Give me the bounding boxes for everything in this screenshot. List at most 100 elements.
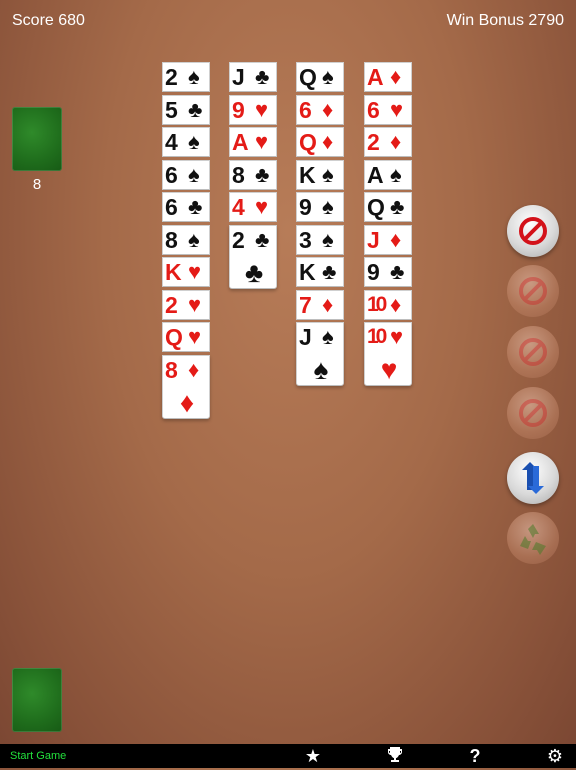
card-suit-icon: ♠ <box>188 64 200 89</box>
card-rank: Q <box>367 194 385 220</box>
card-center-suit-icon: ♣ <box>244 256 264 288</box>
card-rank: A <box>367 64 384 90</box>
card-suit-icon: ♣ <box>255 226 270 252</box>
card-suit-icon: ♥ <box>188 291 202 317</box>
prohibited-icon <box>518 216 548 246</box>
card[interactable]: 8 ♣ <box>229 159 277 190</box>
card[interactable]: 10 ♥ ♥ <box>364 322 412 386</box>
card[interactable]: 6 ♦ <box>296 94 344 125</box>
no-move-button-2[interactable] <box>507 265 559 317</box>
card[interactable]: 6 ♣ <box>162 192 210 222</box>
card-rank: J <box>367 226 380 253</box>
card-rank: 8 <box>232 161 245 188</box>
start-game-button[interactable]: Start Game <box>10 750 66 762</box>
card[interactable]: 6 ♠ <box>162 159 210 190</box>
card-rank: J <box>299 324 312 350</box>
card-rank: 2 <box>165 64 178 90</box>
card-suit-icon: ♣ <box>188 194 203 219</box>
card-rank: Q <box>299 129 317 155</box>
recycle-button[interactable] <box>507 512 559 564</box>
card-suit-icon: ♣ <box>255 64 270 89</box>
card-suit-icon: ♣ <box>255 161 270 187</box>
card-suit-icon: ♣ <box>390 194 405 219</box>
card-rank: 2 <box>232 226 245 253</box>
card-rank: 5 <box>165 96 178 123</box>
card[interactable]: 8 ♦ ♦ <box>162 354 210 419</box>
card-rank: A <box>232 129 249 155</box>
card[interactable]: A ♦ <box>364 62 412 92</box>
card[interactable]: Q ♣ <box>364 192 412 222</box>
undo-button[interactable] <box>507 452 559 504</box>
card-rank: 6 <box>367 96 380 123</box>
card[interactable]: J ♠ ♠ <box>296 322 344 386</box>
card-suit-icon: ♣ <box>322 259 337 284</box>
card-suit-icon: ♥ <box>255 96 269 122</box>
card[interactable]: A ♥ <box>229 127 277 157</box>
card[interactable]: 4 ♠ <box>162 127 210 157</box>
card[interactable]: 9 ♠ <box>296 192 344 222</box>
card-suit-icon: ♦ <box>390 226 402 252</box>
card-rank: 9 <box>299 194 312 220</box>
card[interactable]: 7 ♦ <box>296 289 344 320</box>
card-rank: 10 <box>367 325 387 348</box>
card[interactable]: 4 ♥ <box>229 192 277 222</box>
card-suit-icon: ♠ <box>188 161 200 187</box>
no-move-button-1[interactable] <box>507 205 559 257</box>
card[interactable]: 10 ♦ <box>364 289 412 320</box>
card-rank: 10 <box>367 292 387 316</box>
card-center-suit-icon: ♠ <box>313 354 329 385</box>
score-label: Score 680 <box>12 12 85 29</box>
card[interactable]: 3 ♠ <box>296 224 344 255</box>
card[interactable]: J ♣ <box>229 62 277 92</box>
trophy-icon[interactable] <box>383 746 407 770</box>
foundation-pile[interactable] <box>12 668 62 732</box>
card[interactable]: 5 ♣ <box>162 94 210 125</box>
star-icon[interactable]: ★ <box>301 746 325 766</box>
card-rank: 6 <box>165 194 178 220</box>
card[interactable]: A ♠ <box>364 159 412 190</box>
card-suit-icon: ♥ <box>390 324 404 349</box>
card[interactable]: K ♠ <box>296 159 344 190</box>
card-suit-icon: ♥ <box>188 324 202 349</box>
card[interactable]: 9 ♥ <box>229 94 277 125</box>
card-suit-icon: ♥ <box>188 259 202 284</box>
card[interactable]: K ♥ <box>162 257 210 287</box>
card[interactable]: Q ♠ <box>296 62 344 92</box>
card-center-suit-icon: ♥ <box>380 354 398 385</box>
prohibited-icon <box>518 276 548 306</box>
card-suit-icon: ♦ <box>322 96 334 122</box>
card[interactable]: 2 ♦ <box>364 127 412 157</box>
card-suit-icon: ♥ <box>255 194 269 219</box>
card[interactable]: 2 ♥ <box>162 289 210 320</box>
card[interactable]: Q ♥ <box>162 322 210 352</box>
card[interactable]: 6 ♥ <box>364 94 412 125</box>
card[interactable]: J ♦ <box>364 224 412 255</box>
no-move-button-3[interactable] <box>507 326 559 378</box>
card-suit-icon: ♠ <box>188 226 200 252</box>
bottom-toolbar: Start Game ★ ? ⚙ <box>0 744 576 768</box>
win-bonus-label: Win Bonus 2790 <box>446 12 564 29</box>
card[interactable]: 8 ♠ <box>162 224 210 255</box>
card-rank: 9 <box>232 96 245 123</box>
card-suit-icon: ♣ <box>188 96 203 122</box>
card-suit-icon: ♠ <box>390 161 402 187</box>
help-icon[interactable]: ? <box>463 746 487 766</box>
gear-icon[interactable]: ⚙ <box>543 746 567 766</box>
no-move-button-4[interactable] <box>507 387 559 439</box>
card-rank: Q <box>165 324 183 350</box>
card[interactable]: 2 ♠ <box>162 62 210 92</box>
stock-pile[interactable] <box>12 107 62 171</box>
stock-count: 8 <box>32 176 42 193</box>
card[interactable]: 9 ♣ <box>364 257 412 287</box>
card-suit-icon: ♣ <box>390 259 405 284</box>
card-suit-icon: ♦ <box>390 129 402 154</box>
card-rank: 4 <box>232 194 245 220</box>
card-suit-icon: ♦ <box>322 129 334 154</box>
card-rank: J <box>232 64 245 90</box>
card[interactable]: 2 ♣ ♣ <box>229 224 277 289</box>
card[interactable]: Q ♦ <box>296 127 344 157</box>
card-rank: K <box>299 161 316 188</box>
card[interactable]: K ♣ <box>296 257 344 287</box>
card-suit-icon: ♠ <box>188 129 200 154</box>
card-rank: 9 <box>367 259 380 285</box>
